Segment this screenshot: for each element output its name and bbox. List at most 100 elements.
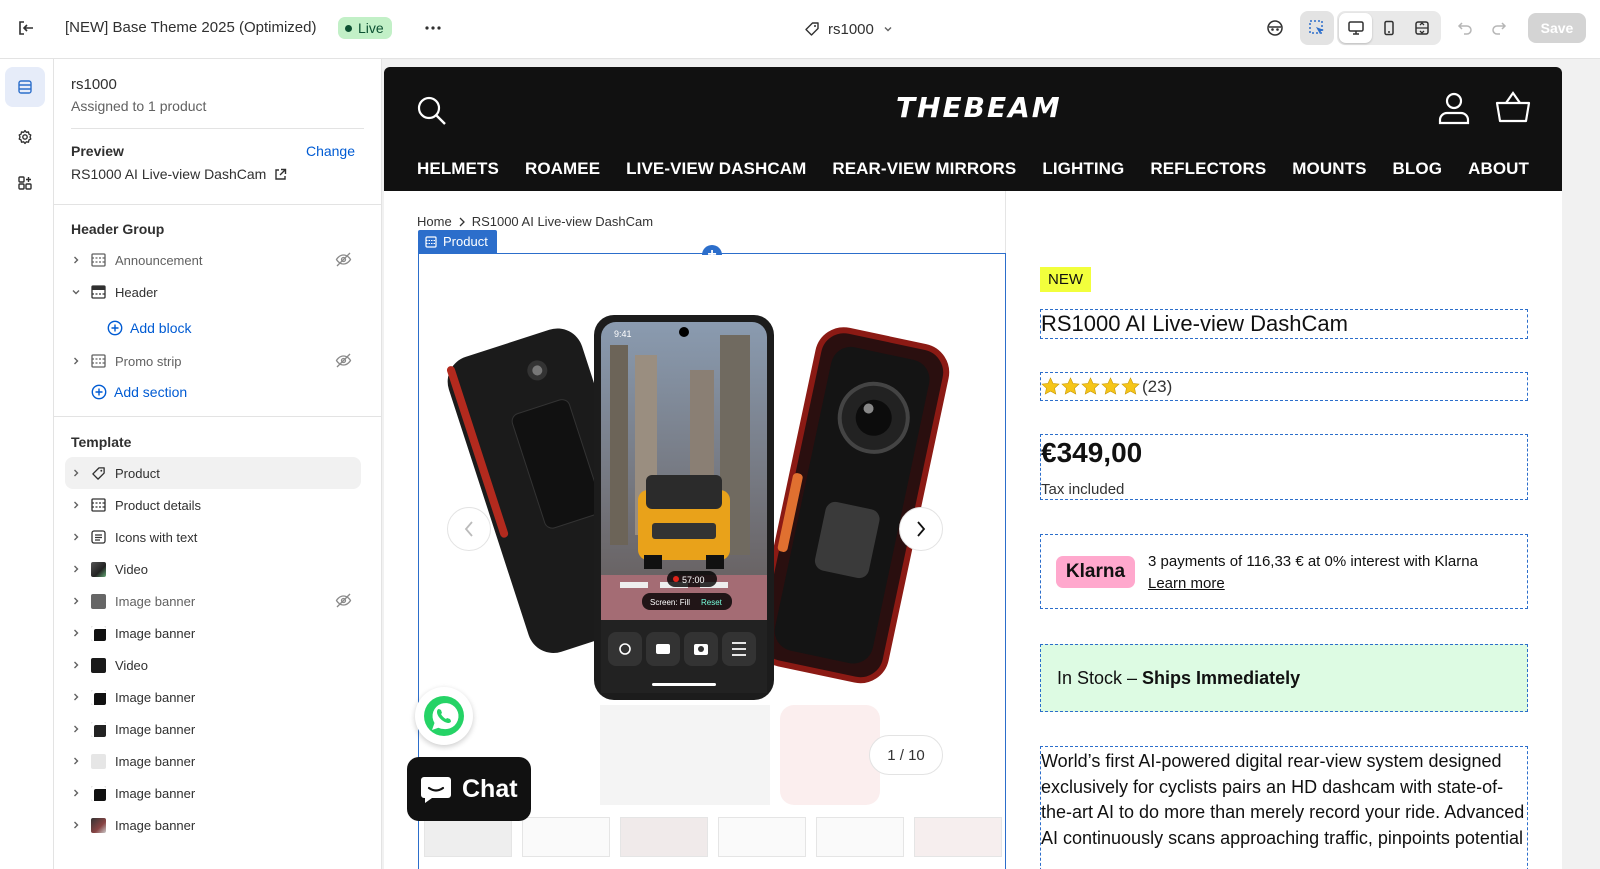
fullwidth-view-button[interactable] bbox=[1405, 13, 1438, 43]
eye-hidden-icon[interactable] bbox=[335, 252, 352, 267]
app-embeds-button[interactable] bbox=[1258, 11, 1292, 45]
video-thumbnail bbox=[87, 657, 109, 673]
sections-icon bbox=[18, 80, 32, 94]
desktop-view-button[interactable] bbox=[1339, 13, 1372, 43]
section-row-image-banner[interactable]: Image banner bbox=[65, 585, 361, 617]
chevron-right-icon[interactable] bbox=[65, 820, 87, 830]
nav-live-view-dashcam[interactable]: LIVE-VIEW DASHCAM bbox=[626, 159, 806, 179]
product-main-image[interactable]: 9:41 57:00 Screen: Fill Reset bbox=[420, 255, 970, 805]
chevron-right-icon[interactable] bbox=[65, 564, 87, 574]
section-row-header[interactable]: Header bbox=[65, 276, 361, 308]
divider bbox=[71, 128, 364, 129]
save-button[interactable]: Save bbox=[1528, 13, 1586, 43]
description-block[interactable]: World’s first AI-powered digital rear-vi… bbox=[1040, 746, 1528, 869]
add-section-button[interactable]: Add section bbox=[91, 384, 187, 400]
section-tag[interactable]: Product bbox=[418, 230, 497, 253]
template-selector[interactable]: rs1000 bbox=[804, 14, 894, 44]
search-icon[interactable] bbox=[416, 95, 448, 127]
gallery-next-button[interactable] bbox=[899, 507, 943, 551]
exit-button[interactable] bbox=[9, 11, 43, 45]
chevron-right-icon[interactable] bbox=[65, 724, 87, 734]
section-row-icons-with-text[interactable]: Icons with text bbox=[65, 521, 361, 553]
theme-settings-tab[interactable] bbox=[5, 117, 45, 157]
product-title-block[interactable]: RS1000 AI Live-view DashCam bbox=[1040, 309, 1528, 339]
chevron-right-icon[interactable] bbox=[65, 628, 87, 638]
add-block-button[interactable]: Add block bbox=[107, 320, 191, 336]
thumbnail[interactable] bbox=[522, 817, 610, 857]
gallery-prev-button[interactable] bbox=[447, 507, 491, 551]
review-count[interactable]: (23) bbox=[1142, 377, 1172, 397]
price-block[interactable]: €349,00 Tax included bbox=[1040, 434, 1528, 500]
nav-blog[interactable]: BLOG bbox=[1393, 159, 1443, 179]
nav-about[interactable]: ABOUT bbox=[1468, 159, 1529, 179]
section-row-video[interactable]: Video bbox=[65, 553, 361, 585]
nav-helmets[interactable]: HELMETS bbox=[417, 159, 499, 179]
tax-note: Tax included bbox=[1041, 481, 1125, 498]
section-row-image-banner[interactable]: Image banner bbox=[65, 681, 361, 713]
section-row-image-banner[interactable]: Image banner bbox=[65, 713, 361, 745]
chevron-right-icon[interactable] bbox=[65, 596, 87, 606]
section-row-image-banner[interactable]: Image banner bbox=[65, 777, 361, 809]
thumbnail[interactable] bbox=[914, 817, 1002, 857]
nav-lighting[interactable]: LIGHTING bbox=[1042, 159, 1124, 179]
chevron-right-icon[interactable] bbox=[65, 500, 87, 510]
section-row-product-details[interactable]: Product details bbox=[65, 489, 361, 521]
chevron-right-icon[interactable] bbox=[65, 255, 87, 265]
sections-tab[interactable] bbox=[5, 67, 45, 107]
cart-icon[interactable] bbox=[1495, 91, 1531, 125]
chat-button[interactable]: Chat bbox=[407, 757, 531, 821]
viewport-switcher bbox=[1337, 11, 1441, 45]
editor-rail bbox=[0, 59, 54, 869]
chevron-right-icon[interactable] bbox=[65, 660, 87, 670]
undo-button[interactable] bbox=[1448, 11, 1482, 45]
chevron-right-icon[interactable] bbox=[65, 692, 87, 702]
nav-mounts[interactable]: MOUNTS bbox=[1292, 159, 1366, 179]
store-header: THEBEAM HELMETS ROAMEE LIVE-VIEW DASHCAM… bbox=[384, 67, 1562, 191]
store-logo[interactable]: THEBEAM bbox=[896, 91, 1062, 124]
section-row-image-banner[interactable]: Image banner bbox=[65, 617, 361, 649]
apps-tab[interactable] bbox=[5, 163, 45, 203]
nav-reflectors[interactable]: REFLECTORS bbox=[1150, 159, 1266, 179]
breadcrumb-home[interactable]: Home bbox=[417, 214, 452, 229]
klarna-block[interactable]: Klarna 3 payments of 116,33 € at 0% inte… bbox=[1040, 534, 1528, 609]
inspector-toggle-button[interactable] bbox=[1300, 11, 1334, 45]
section-row-image-banner[interactable]: Image banner bbox=[65, 809, 361, 841]
add-section-label: Add section bbox=[114, 384, 188, 400]
section-row-announcement[interactable]: Announcement bbox=[65, 244, 361, 276]
sections-sidebar: rs1000 Assigned to 1 product Preview Cha… bbox=[54, 59, 382, 869]
main-nav: HELMETS ROAMEE LIVE-VIEW DASHCAM REAR-VI… bbox=[417, 159, 1529, 179]
thumbnail[interactable] bbox=[424, 817, 512, 857]
rating-block[interactable]: (23) bbox=[1040, 372, 1528, 401]
phone-reset: Reset bbox=[701, 598, 723, 607]
whatsapp-button[interactable] bbox=[415, 687, 473, 745]
nav-roamee[interactable]: ROAMEE bbox=[525, 159, 600, 179]
template-select-label: rs1000 bbox=[828, 20, 874, 38]
chevron-right-icon[interactable] bbox=[65, 532, 87, 542]
redo-button[interactable] bbox=[1482, 11, 1516, 45]
chevron-right-icon[interactable] bbox=[65, 788, 87, 798]
chevron-right-icon[interactable] bbox=[65, 756, 87, 766]
thumbnail[interactable] bbox=[816, 817, 904, 857]
change-preview-link[interactable]: Change bbox=[306, 143, 355, 159]
more-actions-button[interactable] bbox=[416, 11, 450, 45]
klarna-learn-more-link[interactable]: Learn more bbox=[1148, 575, 1225, 592]
mobile-view-button[interactable] bbox=[1372, 13, 1405, 43]
nav-rear-view-mirrors[interactable]: REAR-VIEW MIRRORS bbox=[832, 159, 1016, 179]
section-row-promo-strip[interactable]: Promo strip bbox=[65, 345, 361, 377]
star-icon bbox=[1041, 377, 1060, 395]
chevron-down-icon[interactable] bbox=[65, 287, 87, 297]
chevron-right-icon[interactable] bbox=[65, 468, 87, 478]
eye-hidden-icon[interactable] bbox=[335, 353, 352, 368]
preview-product-link[interactable]: RS1000 AI Live-view DashCam bbox=[71, 166, 287, 182]
section-row-product[interactable]: Product bbox=[65, 457, 361, 489]
eye-hidden-icon[interactable] bbox=[335, 593, 352, 608]
plus-circle-icon bbox=[91, 384, 107, 400]
preview-product-name: RS1000 AI Live-view DashCam bbox=[71, 166, 267, 182]
stock-block[interactable]: In Stock – Ships Immediately bbox=[1040, 644, 1528, 712]
section-row-video[interactable]: Video bbox=[65, 649, 361, 681]
chevron-right-icon[interactable] bbox=[65, 356, 87, 366]
account-icon[interactable] bbox=[1438, 91, 1470, 125]
thumbnail[interactable] bbox=[620, 817, 708, 857]
thumbnail[interactable] bbox=[718, 817, 806, 857]
section-row-image-banner[interactable]: Image banner bbox=[65, 745, 361, 777]
